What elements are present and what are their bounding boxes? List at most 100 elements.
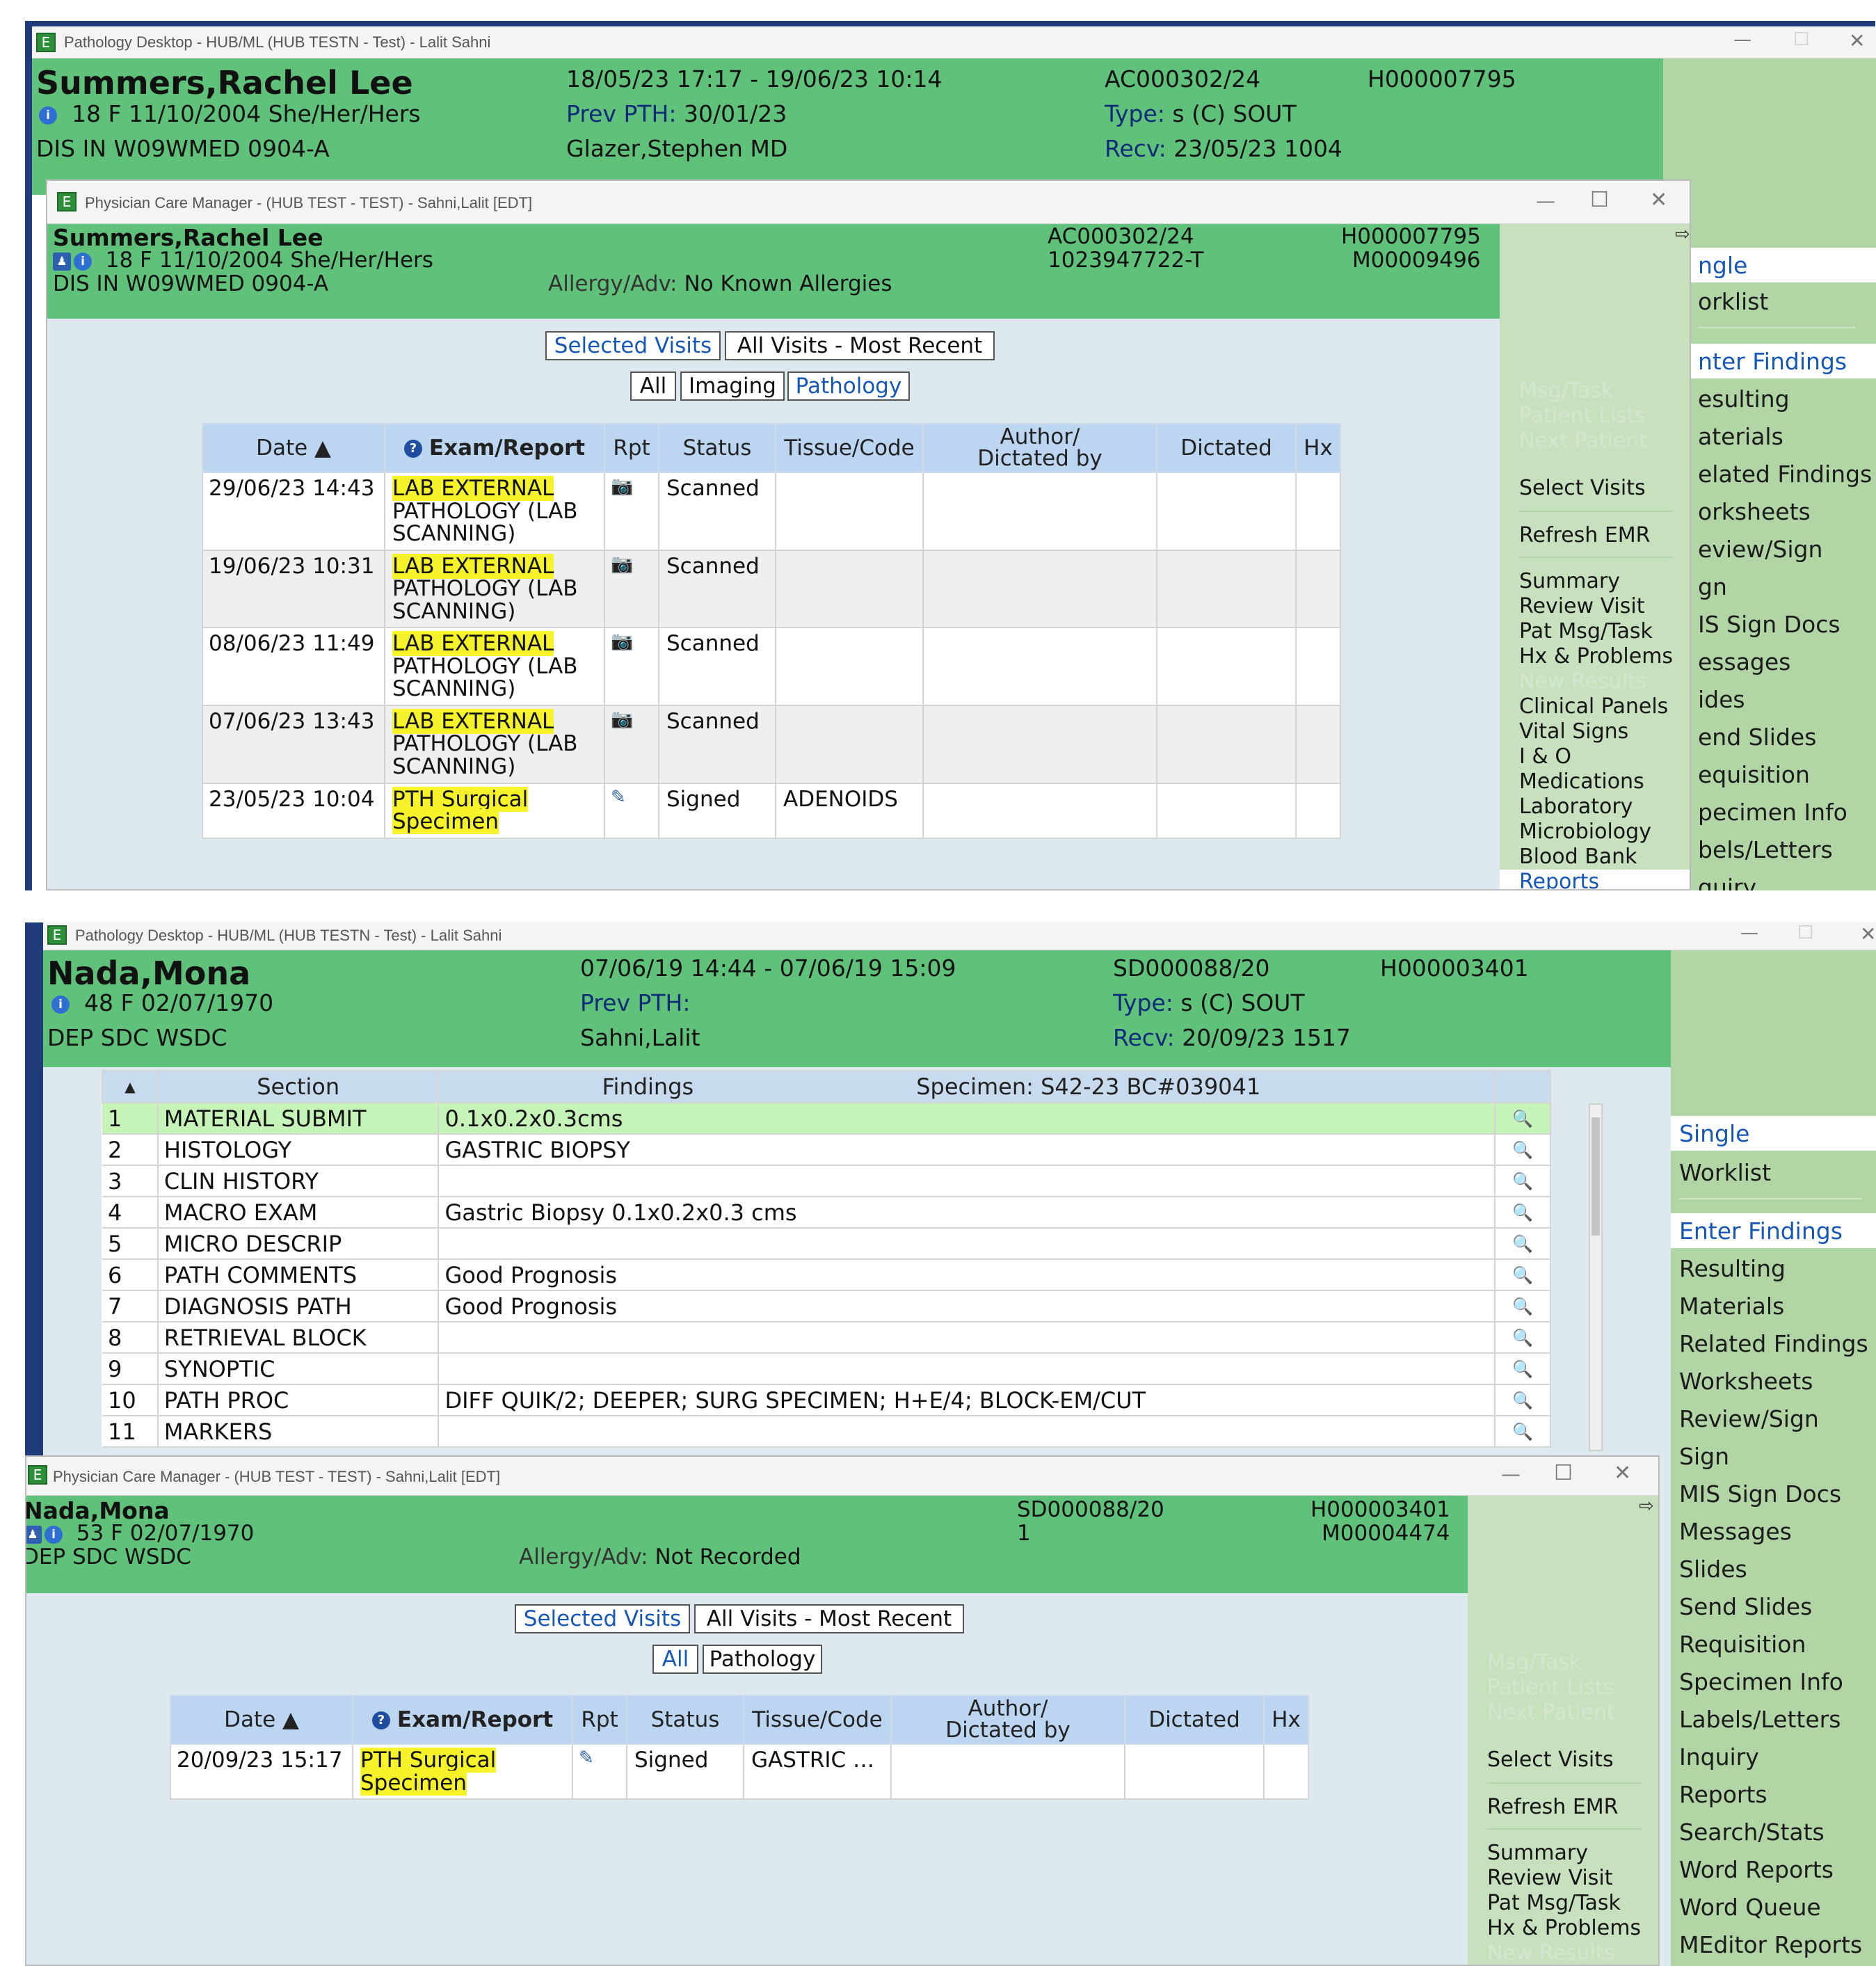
row-exam[interactable]: PTH Surgical Specimen (352, 1743, 573, 1800)
minimize-button[interactable]: — (1733, 29, 1751, 50)
row-findings[interactable]: GASTRIC BIOPSY (438, 1134, 1496, 1166)
nav-single[interactable]: Single (1671, 1116, 1876, 1151)
nav-inquiry[interactable]: Inquiry (1671, 1743, 1876, 1771)
filter-pathology-button[interactable]: Pathology (787, 371, 910, 401)
row-exam[interactable]: PTH Surgical Specimen (384, 782, 605, 839)
col-author[interactable]: Author/ Dictated by (890, 1695, 1125, 1745)
menu-select-visits[interactable]: Select Visits (1487, 1748, 1614, 1772)
zoom-icon[interactable]: 🔍 (1495, 1322, 1551, 1354)
nav-worksheets[interactable]: Worksheets (1671, 1368, 1876, 1395)
row-findings[interactable]: Good Prognosis (438, 1290, 1496, 1322)
nav-labels-letters[interactable]: bels/Letters (1663, 836, 1876, 863)
nav-enter-findings[interactable]: nter Findings (1663, 344, 1876, 378)
nav-messages[interactable]: essages (1663, 648, 1876, 676)
menu-pat-msg-task[interactable]: Pat Msg/Task (1519, 619, 1653, 644)
nav-search-stats[interactable]: Search/Stats (1671, 1819, 1876, 1846)
pin-arrow-icon[interactable]: ⇨ (1675, 224, 1690, 245)
pcm-maximize-button[interactable]: ☐ (1554, 1461, 1573, 1485)
col-sort[interactable]: ▲ (102, 1070, 159, 1103)
col-exam-report[interactable]: ? Exam/Report (352, 1695, 573, 1745)
table-row[interactable]: 3 CLIN HISTORY 🔍 (102, 1165, 1551, 1197)
menu-review-visit[interactable]: Review Visit (1487, 1866, 1613, 1890)
camera-icon[interactable]: 📷 (604, 627, 659, 706)
row-findings[interactable] (438, 1165, 1496, 1197)
minimize-button[interactable]: — (1740, 922, 1758, 943)
pcm-info-icon[interactable]: i (45, 1525, 63, 1544)
nav-resulting[interactable]: Resulting (1671, 1255, 1876, 1282)
nav-send-slides[interactable]: end Slides (1663, 724, 1876, 751)
info-icon[interactable]: i (51, 995, 70, 1014)
row-findings[interactable]: 0.1x0.2x0.3cms (438, 1103, 1496, 1135)
row-exam[interactable]: LAB EXTERNAL PATHOLOGY (LAB SCANNING) (384, 549, 605, 629)
nav-review-sign[interactable]: eview/Sign (1663, 536, 1876, 563)
table-row[interactable]: 8 RETRIEVAL BLOCK 🔍 (102, 1322, 1551, 1354)
col-tissue-code[interactable]: Tissue/Code (743, 1695, 892, 1745)
nav-related-findings[interactable]: Related Findings (1671, 1330, 1876, 1357)
menu-i-and-o[interactable]: I & O (1519, 744, 1571, 769)
filter-pathology-button[interactable]: Pathology (703, 1645, 822, 1674)
nav-word-queue[interactable]: Word Queue (1671, 1894, 1876, 1921)
table-row[interactable]: 4 MACRO EXAM Gastric Biopsy 0.1x0.2x0.3 cm… (102, 1197, 1551, 1229)
camera-icon[interactable]: 📷 (604, 549, 659, 629)
menu-laboratory[interactable]: Laboratory (1519, 794, 1633, 819)
menu-review-visit[interactable]: Review Visit (1519, 594, 1645, 618)
help-icon[interactable]: ? (371, 1711, 390, 1729)
row-exam[interactable]: LAB EXTERNAL PATHOLOGY (LAB SCANNING) (384, 704, 605, 784)
scrollbar-thumb[interactable] (1592, 1117, 1600, 1236)
table-row[interactable]: 7 DIAGNOSIS PATH Good Prognosis 🔍 (102, 1290, 1551, 1322)
info-icon[interactable]: i (39, 106, 57, 125)
menu-reports[interactable]: Reports (1500, 870, 1690, 889)
menu-clinical-panels[interactable]: Clinical Panels (1519, 694, 1668, 719)
nav-mis-sign-docs[interactable]: MIS Sign Docs (1671, 1480, 1876, 1508)
nav-worklist[interactable]: orklist (1663, 288, 1876, 315)
nav-labels-letters[interactable]: Labels/Letters (1671, 1706, 1876, 1733)
zoom-icon[interactable]: 🔍 (1495, 1353, 1551, 1385)
row-findings[interactable] (438, 1228, 1496, 1260)
nav-requisition[interactable]: Requisition (1671, 1631, 1876, 1658)
nav-word-reports[interactable]: Word Reports (1671, 1856, 1876, 1883)
zoom-icon[interactable]: 🔍 (1495, 1290, 1551, 1322)
pin-arrow-icon[interactable]: ⇨ (1639, 1496, 1654, 1517)
table-row[interactable]: 2 HISTOLOGY GASTRIC BIOPSY 🔍 (102, 1134, 1551, 1166)
col-section[interactable]: Section (157, 1070, 440, 1103)
menu-refresh-emr[interactable]: Refresh EMR (1519, 523, 1651, 548)
col-rpt[interactable]: Rpt (572, 1695, 627, 1745)
row-findings[interactable]: Good Prognosis (438, 1259, 1496, 1291)
pcm-maximize-button[interactable]: ☐ (1590, 188, 1609, 212)
nav-slides[interactable]: Slides (1671, 1556, 1876, 1583)
menu-refresh-emr[interactable]: Refresh EMR (1487, 1795, 1619, 1819)
camera-icon[interactable]: 📷 (604, 472, 659, 551)
pcm-minimize-button[interactable]: — (1501, 1462, 1521, 1485)
filter-imaging-button[interactable]: Imaging (680, 371, 785, 401)
zoom-icon[interactable]: 🔍 (1495, 1165, 1551, 1197)
table-row[interactable]: 23/05/23 10:04 PTH Surgical Specimen ✎ Si… (202, 782, 1341, 839)
row-exam[interactable]: LAB EXTERNAL PATHOLOGY (LAB SCANNING) (384, 627, 605, 706)
row-exam[interactable]: LAB EXTERNAL PATHOLOGY (LAB SCANNING) (384, 472, 605, 551)
table-row[interactable]: 9 SYNOPTIC 🔍 (102, 1353, 1551, 1385)
nav-specimen-info[interactable]: Specimen Info (1671, 1668, 1876, 1695)
person-icon[interactable]: ♟ (53, 252, 71, 271)
person-icon[interactable]: ♟ (26, 1525, 42, 1544)
nav-send-slides[interactable]: Send Slides (1671, 1593, 1876, 1620)
table-row[interactable]: 29/06/23 14:43 LAB EXTERNAL PATHOLOGY (LA… (202, 472, 1341, 551)
nav-meditor-reports[interactable]: MEditor Reports (1671, 1931, 1876, 1958)
nav-messages[interactable]: Messages (1671, 1518, 1876, 1545)
pcm-minimize-button[interactable]: — (1536, 189, 1555, 212)
pcm-close-button[interactable]: ✕ (1650, 188, 1667, 212)
col-rpt[interactable]: Rpt (604, 423, 659, 473)
table-row[interactable]: 20/09/23 15:17 PTH Surgical Specimen ✎ Si… (170, 1743, 1309, 1800)
nav-mis-sign-docs[interactable]: IS Sign Docs (1663, 611, 1876, 638)
col-status[interactable]: Status (658, 423, 776, 473)
nav-inquiry[interactable]: quiry (1663, 874, 1876, 890)
table-row[interactable]: 08/06/23 11:49 LAB EXTERNAL PATHOLOGY (LA… (202, 627, 1341, 706)
menu-hx-problems[interactable]: Hx & Problems (1519, 644, 1673, 669)
nav-materials[interactable]: aterials (1663, 423, 1876, 450)
menu-medications[interactable]: Medications (1519, 769, 1644, 794)
row-findings[interactable] (438, 1353, 1496, 1385)
row-findings[interactable] (438, 1322, 1496, 1354)
nav-specimen-info[interactable]: pecimen Info (1663, 799, 1876, 826)
nav-sign[interactable]: gn (1663, 573, 1876, 600)
findings-scrollbar[interactable] (1589, 1103, 1603, 1451)
col-tissue-code[interactable]: Tissue/Code (775, 423, 924, 473)
table-row[interactable]: 5 MICRO DESCRIP 🔍 (102, 1228, 1551, 1260)
